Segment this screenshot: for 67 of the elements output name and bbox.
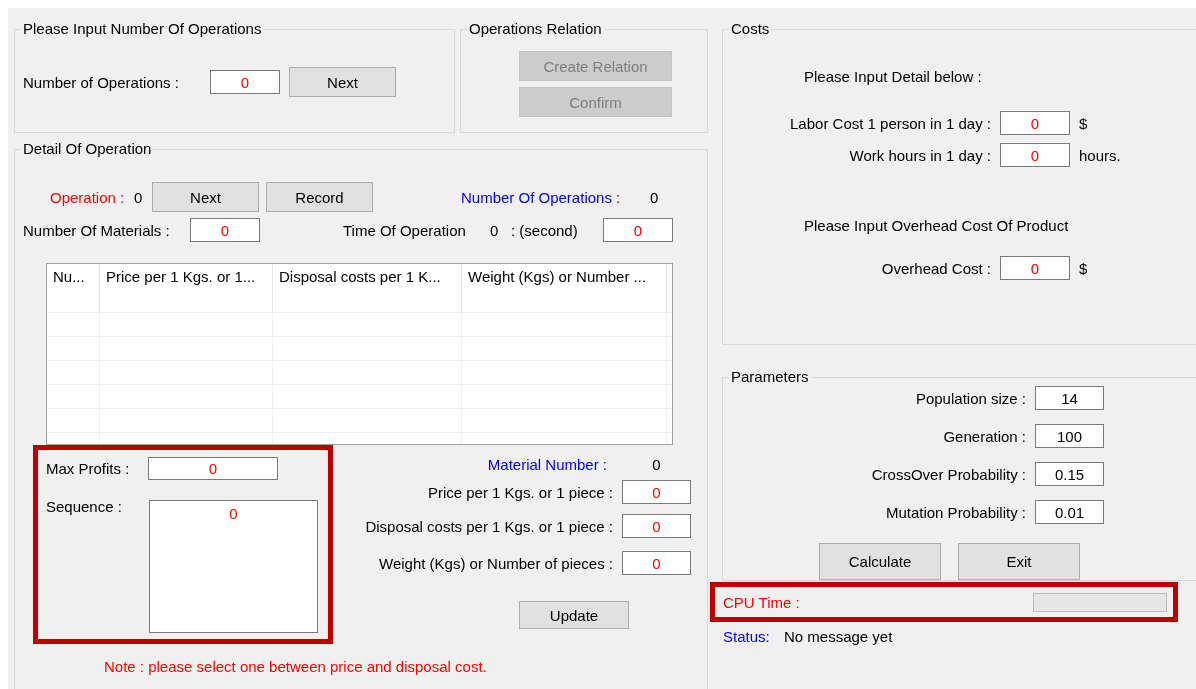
material-field[interactable]: 0 bbox=[622, 480, 691, 504]
time-value: 0 bbox=[490, 221, 500, 239]
field-label: Generation : bbox=[942, 427, 1026, 445]
cpu-time-label: CPU Time : bbox=[723, 593, 800, 611]
status-message: No message yet bbox=[784, 628, 893, 645]
material-number-label: Material Number : bbox=[486, 456, 608, 473]
column-header: Disposal costs per 1 K... bbox=[273, 264, 462, 312]
field-label: Overhead Cost : bbox=[880, 259, 991, 277]
material-field[interactable]: 0 bbox=[622, 551, 691, 575]
number-field[interactable]: 0 bbox=[210, 70, 280, 94]
column-header: Weight (Kgs) or Number ... bbox=[462, 264, 667, 312]
note-text: Note : please select one between price and disposal cost. bbox=[104, 658, 488, 675]
field-label: CrossOver Probability : bbox=[870, 465, 1026, 483]
parameter-field[interactable]: 0.01 bbox=[1035, 500, 1104, 524]
group-title: Please Input Number Of Operations bbox=[22, 20, 263, 38]
update-button[interactable]: Update bbox=[519, 601, 629, 629]
profit-field[interactable]: 0 bbox=[148, 457, 278, 480]
operation-button[interactable]: Record bbox=[266, 182, 373, 212]
parameter-field[interactable]: 0.15 bbox=[1035, 462, 1104, 486]
unit-label: : (second) bbox=[511, 221, 579, 239]
field-label: Mutation Probability : bbox=[884, 503, 1026, 521]
sequence-box: 0 bbox=[149, 500, 318, 633]
column-header: Nu... bbox=[47, 264, 100, 312]
table-cell bbox=[47, 384, 100, 408]
cost-field[interactable]: 0 bbox=[1000, 256, 1070, 280]
section-heading: Please Input Detail below : bbox=[804, 68, 983, 85]
material-number-value: 0 bbox=[651, 456, 662, 473]
group-title: Operations Relation bbox=[468, 20, 603, 38]
field-label: Number of Operations : bbox=[23, 73, 180, 91]
operations-count-label: Number Of Operations : bbox=[461, 188, 622, 206]
cost-field[interactable]: 0 bbox=[1000, 143, 1070, 167]
field-label: Number Of Materials : bbox=[23, 221, 171, 239]
section-heading: Please Input Overhead Cost Of Product bbox=[804, 217, 1070, 234]
field-label: Work hours in 1 day : bbox=[848, 146, 991, 164]
field-label: Disposal costs per 1 Kgs. or 1 piece : bbox=[364, 517, 613, 535]
field-label: Time Of Operation bbox=[343, 221, 467, 239]
field-label: Weight (Kgs) or Number of pieces : bbox=[378, 554, 613, 572]
cost-field[interactable]: 0 bbox=[1000, 111, 1070, 135]
unit-label: $ bbox=[1079, 114, 1089, 132]
field-label: Labor Cost 1 person in 1 day : bbox=[789, 114, 991, 132]
table-cell bbox=[47, 312, 100, 336]
parameter-field[interactable]: 14 bbox=[1035, 386, 1104, 410]
material-field[interactable]: 0 bbox=[622, 514, 691, 538]
status-label: Status: bbox=[723, 628, 771, 645]
field-label: Price per 1 Kgs. or 1 piece : bbox=[426, 483, 613, 501]
operation-label: Operation : bbox=[50, 188, 126, 206]
parameter-field[interactable]: 100 bbox=[1035, 424, 1104, 448]
group-title: Costs bbox=[730, 20, 771, 38]
operations-count-value: 0 bbox=[650, 188, 659, 206]
field-label: Max Profits : bbox=[46, 460, 131, 477]
column-header: Price per 1 Kgs. or 1... bbox=[100, 264, 273, 312]
table-cell bbox=[47, 360, 100, 384]
field-label: Population size : bbox=[914, 389, 1026, 407]
next-button[interactable]: Next bbox=[289, 67, 396, 97]
group-title: Detail Of Operation bbox=[22, 140, 153, 158]
action-button[interactable]: Calculate bbox=[819, 543, 941, 580]
time-field[interactable]: 0 bbox=[603, 218, 673, 242]
group-title: Parameters bbox=[730, 368, 810, 386]
action-button[interactable]: Exit bbox=[958, 543, 1080, 580]
unit-label: $ bbox=[1079, 259, 1089, 277]
table-cell bbox=[47, 336, 100, 360]
materials-field[interactable]: 0 bbox=[190, 218, 260, 242]
operation-value: 0 bbox=[134, 188, 144, 206]
unit-label: hours. bbox=[1079, 146, 1122, 164]
table-cell bbox=[47, 408, 100, 432]
operation-button[interactable]: Next bbox=[152, 182, 259, 212]
field-label: Sequence : bbox=[46, 498, 123, 515]
